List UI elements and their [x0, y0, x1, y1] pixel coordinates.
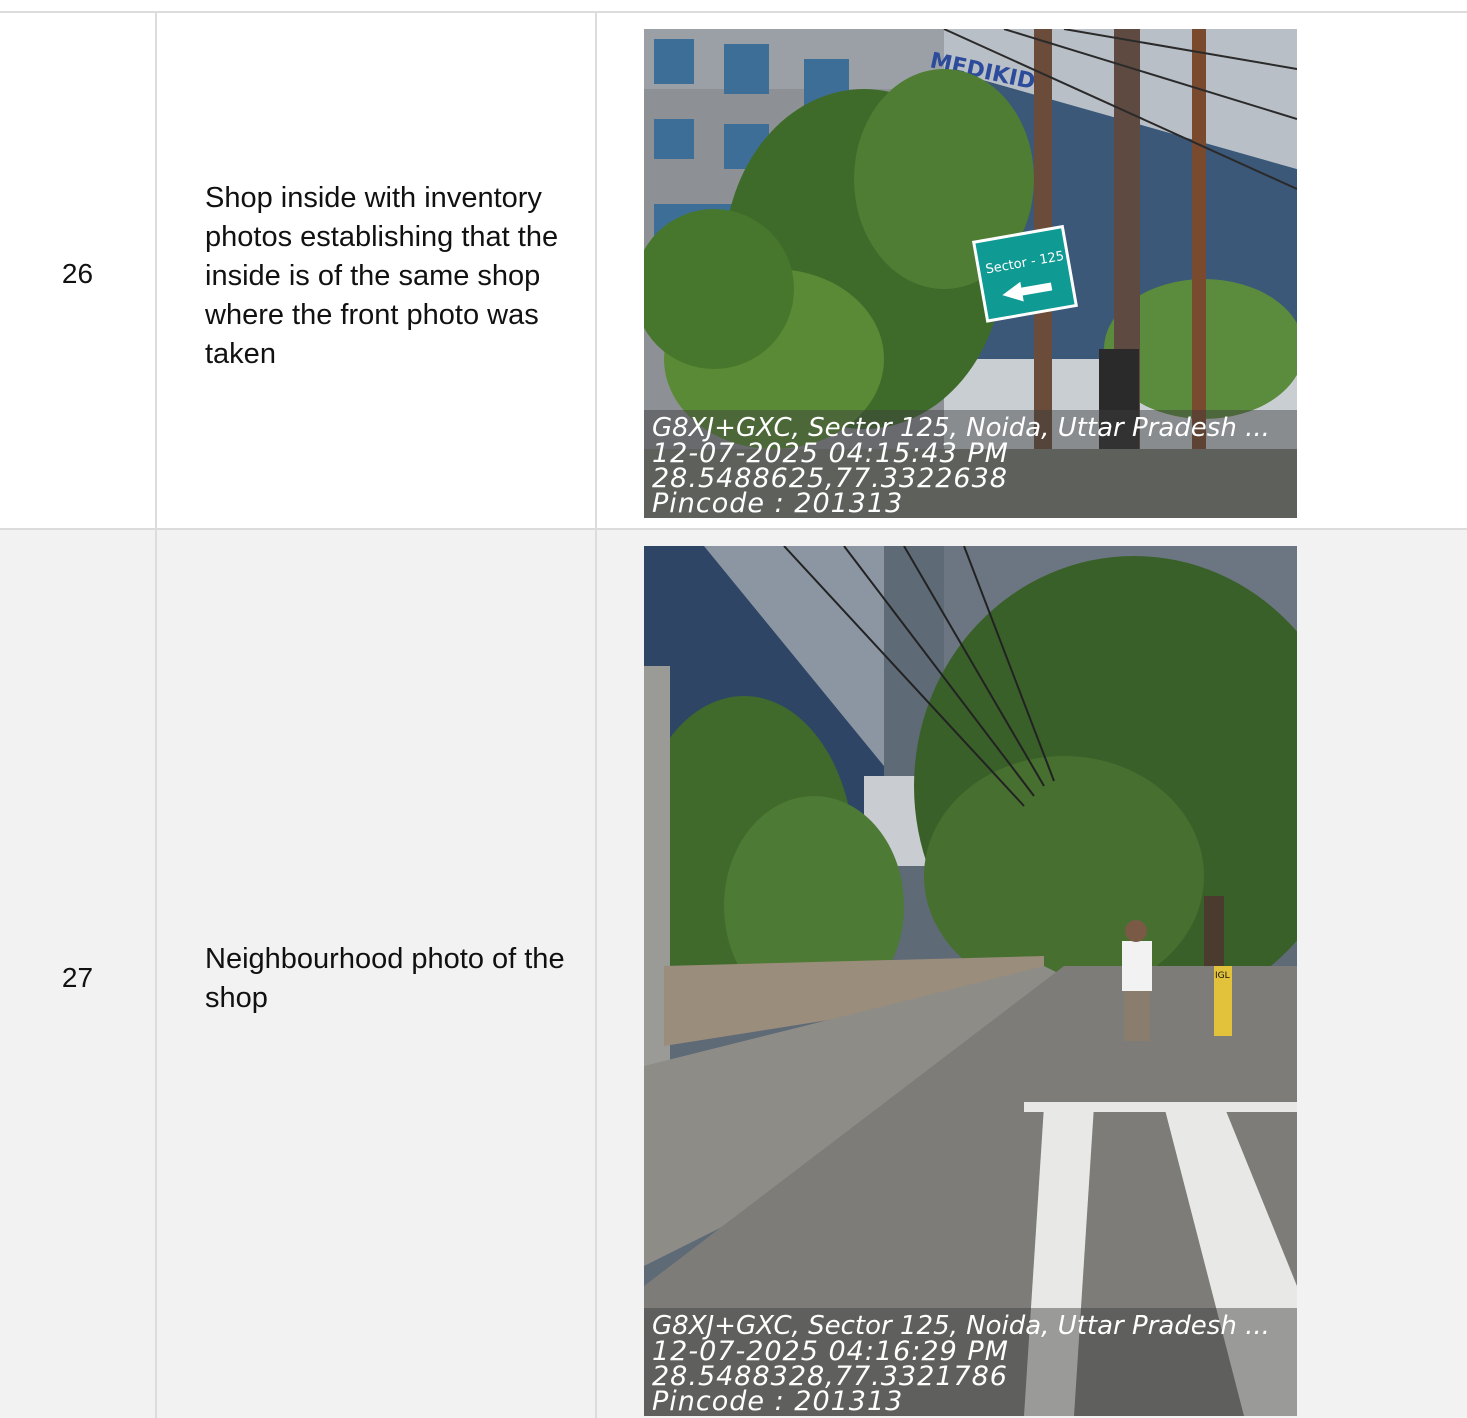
photo-geotag-stamp: G8XJ+GXC, Sector 125, Noida, Uttar Prade… [644, 410, 1297, 518]
column-divider [155, 13, 157, 528]
column-divider [155, 530, 157, 1418]
evidence-table: 26 Shop inside with inventory photos est… [0, 11, 1467, 1418]
neighbourhood-street-image: IGL [644, 546, 1297, 1416]
stamp-pincode: Pincode : 201313 [652, 488, 904, 518]
geotagged-photo: MEDIKIDI Sector - 125 G8XJ+GXC, Sector 1… [644, 29, 1297, 518]
igl-post-label: IGL [1215, 971, 1230, 981]
row-number: 27 [61, 962, 94, 993]
row-number: 26 [61, 258, 94, 289]
stamp-pincode: Pincode : 201313 [652, 1386, 904, 1416]
table-row: 27 Neighbourhood photo of the shop IGL G… [0, 528, 1467, 1418]
row-description: Neighbourhood photo of the shop [205, 943, 565, 1014]
table-row: 26 Shop inside with inventory photos est… [0, 11, 1467, 528]
photo-geotag-stamp: G8XJ+GXC, Sector 125, Noida, Uttar Prade… [644, 1308, 1297, 1416]
row-description: Shop inside with inventory photos establ… [205, 182, 559, 370]
column-divider [595, 530, 597, 1418]
column-divider [595, 13, 597, 528]
geotagged-photo: IGL G8XJ+GXC, Sector 125, Noida, Uttar P… [644, 546, 1297, 1416]
